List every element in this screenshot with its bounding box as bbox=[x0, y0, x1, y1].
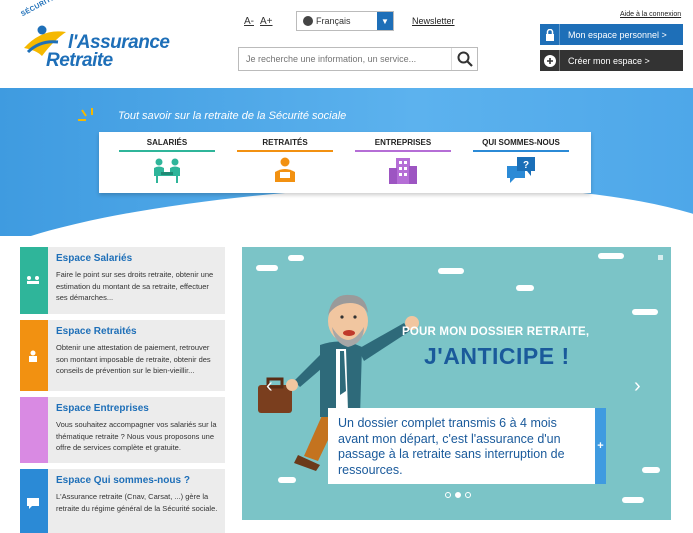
carousel-prev-arrow-icon[interactable]: ‹ bbox=[266, 375, 273, 398]
assurance-retraite-logo[interactable]: SÉCURITÉ SOCIALE l'Assurance Retraite bbox=[14, 0, 174, 72]
espace-title: Espace Qui sommes-nous ? bbox=[56, 475, 190, 486]
cloud-decoration bbox=[622, 497, 644, 503]
espace-desc: Vous souhaitez accompagner vos salariés … bbox=[56, 420, 217, 452]
category-bar bbox=[355, 150, 451, 152]
cloud-decoration bbox=[516, 285, 534, 291]
espace-title: Espace Retraités bbox=[56, 326, 137, 337]
retiree-icon bbox=[29, 350, 37, 362]
category-label: ENTREPRISES bbox=[374, 138, 432, 147]
espace-desc: L'Assurance retraite (Cnav, Carsat, ...)… bbox=[56, 492, 218, 513]
create-space-label: Créer mon espace > bbox=[568, 55, 650, 66]
retiree-icon bbox=[275, 157, 295, 182]
espace-tab bbox=[20, 397, 48, 463]
category-bar bbox=[473, 150, 569, 152]
search-icon bbox=[457, 51, 473, 67]
carousel-text: Un dossier complet transmis 6 à 4 mois a… bbox=[338, 416, 565, 477]
spark-icon bbox=[78, 108, 93, 121]
people-icon bbox=[154, 158, 180, 183]
category-label: SALARIÉS bbox=[146, 138, 188, 147]
personal-space-button[interactable]: Mon espace personnel > bbox=[540, 24, 683, 45]
cloud-decoration bbox=[288, 255, 304, 261]
search-input[interactable] bbox=[239, 48, 451, 70]
create-space-button[interactable]: Créer mon espace > bbox=[540, 50, 683, 71]
carousel-textbox: Un dossier complet transmis 6 à 4 mois a… bbox=[328, 408, 595, 484]
carousel-dots bbox=[445, 492, 471, 498]
help-login-link[interactable]: Aide à la connexion bbox=[620, 11, 681, 18]
carousel-dot[interactable] bbox=[455, 492, 461, 498]
espace-entreprises[interactable]: Espace Entreprises Vous souhaitez accomp… bbox=[20, 397, 225, 463]
espace-qui-sommes-nous[interactable]: Espace Qui sommes-nous ? L'Assurance ret… bbox=[20, 469, 225, 533]
language-value: Français bbox=[316, 16, 351, 26]
cloud-decoration bbox=[632, 309, 658, 315]
carousel-dot[interactable] bbox=[465, 492, 471, 498]
category-label: QUI SOMMES-NOUS bbox=[482, 138, 560, 147]
speech-bubble-icon bbox=[27, 498, 39, 509]
category-entreprises[interactable]: ENTREPRISES bbox=[353, 138, 453, 188]
cloud-decoration bbox=[642, 467, 660, 473]
building-icon bbox=[389, 158, 417, 184]
category-bar bbox=[119, 150, 215, 152]
category-label: RETRAITÉS bbox=[262, 138, 308, 147]
espace-desc: Faire le point sur ses droits retraite, … bbox=[56, 270, 214, 302]
espace-desc: Obtenir une attestation de paiement, ret… bbox=[56, 343, 211, 375]
category-bar bbox=[237, 150, 333, 152]
chevron-down-icon[interactable]: ▼ bbox=[377, 12, 393, 30]
newsletter-link[interactable]: Newsletter bbox=[412, 16, 455, 26]
lock-icon bbox=[540, 24, 560, 45]
cloud-decoration bbox=[598, 253, 624, 259]
svg-text:?: ? bbox=[523, 160, 529, 171]
hero-banner: Tout savoir sur la retraite de la Sécuri… bbox=[0, 88, 693, 236]
banner-tagline: Tout savoir sur la retraite de la Sécuri… bbox=[118, 110, 347, 122]
people-icon bbox=[27, 276, 39, 284]
search-bar bbox=[238, 47, 478, 71]
espace-title: Espace Entreprises bbox=[56, 403, 149, 414]
font-smaller-button[interactable]: A- bbox=[244, 16, 254, 27]
news-carousel: POUR MON DOSSIER RETRAITE, J'ANTICIPE ! … bbox=[242, 247, 671, 520]
logo-line2: Retraite bbox=[46, 50, 113, 71]
font-larger-button[interactable]: A+ bbox=[260, 16, 273, 27]
category-salaries[interactable]: SALARIÉS bbox=[117, 138, 217, 188]
espace-title: Espace Salariés bbox=[56, 253, 133, 264]
personal-space-label: Mon espace personnel > bbox=[568, 29, 667, 40]
carousel-headline1: POUR MON DOSSIER RETRAITE, bbox=[402, 326, 590, 338]
carousel-more-button[interactable]: + bbox=[595, 408, 606, 484]
carousel-headline2: J'ANTICIPE ! bbox=[424, 343, 570, 369]
speech-bubble-icon: ? bbox=[507, 157, 535, 183]
carousel-dot[interactable] bbox=[445, 492, 451, 498]
search-button[interactable] bbox=[451, 48, 477, 70]
header: SÉCURITÉ SOCIALE l'Assurance Retraite A-… bbox=[0, 0, 693, 88]
category-menu: SALARIÉS RETRAITÉS ENTREPRISES QUI SOMME… bbox=[99, 132, 591, 193]
carousel-corner bbox=[658, 255, 663, 260]
category-retraites[interactable]: RETRAITÉS bbox=[235, 138, 335, 188]
carousel-next-arrow-icon[interactable]: › bbox=[634, 375, 641, 398]
globe-icon bbox=[303, 16, 313, 26]
plus-circle-icon bbox=[540, 50, 560, 71]
espace-salaries[interactable]: Espace Salariés Faire le point sur ses d… bbox=[20, 247, 225, 314]
language-select[interactable]: Français ▼ bbox=[296, 11, 394, 31]
espace-retraites[interactable]: Espace Retraités Obtenir une attestation… bbox=[20, 320, 225, 391]
category-qui-sommes-nous[interactable]: QUI SOMMES-NOUS ? bbox=[471, 138, 571, 188]
